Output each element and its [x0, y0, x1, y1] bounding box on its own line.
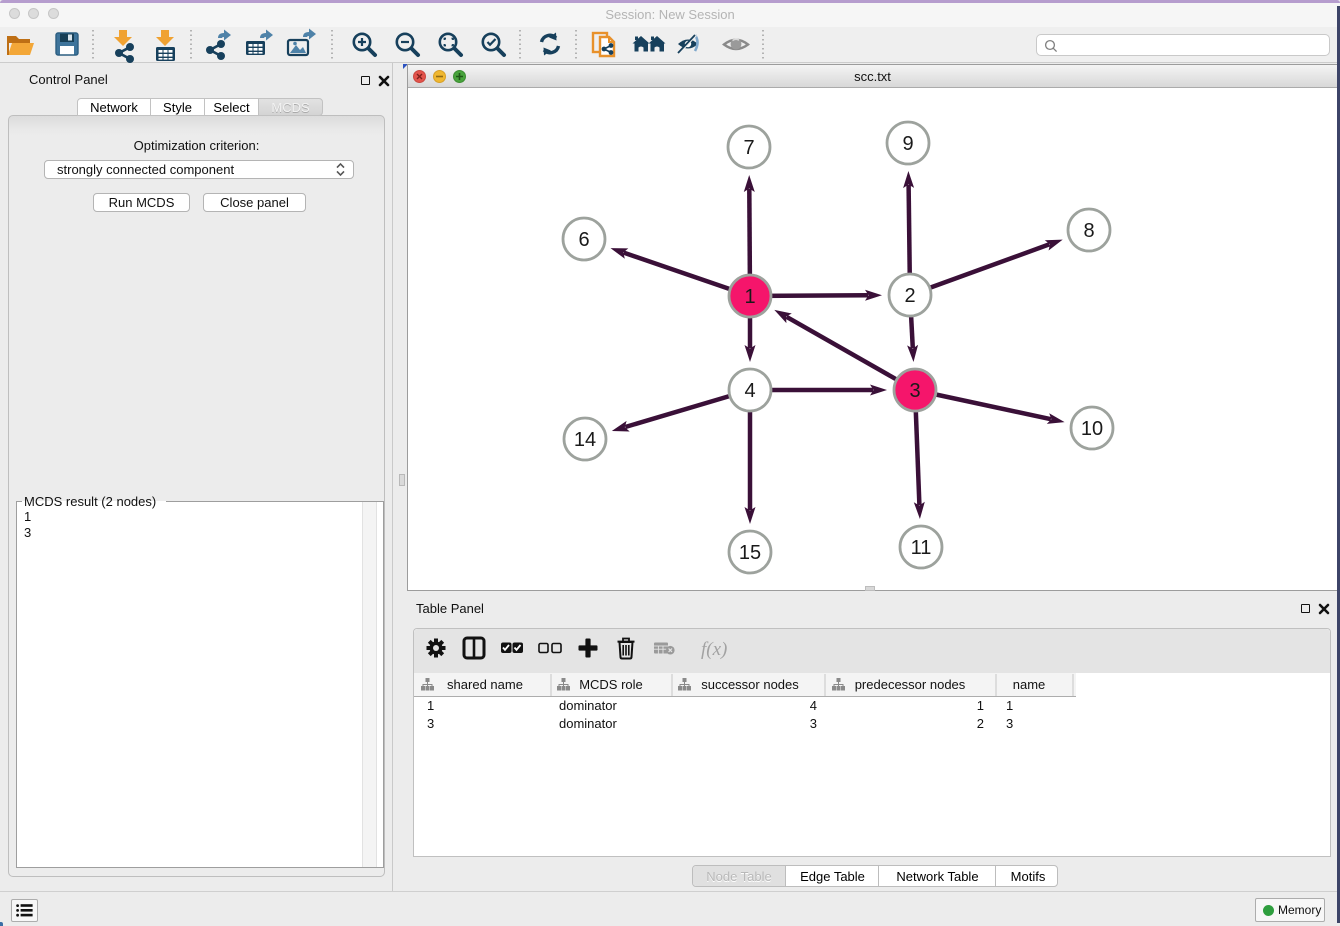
svg-text:6: 6	[578, 229, 589, 251]
svg-text:9: 9	[902, 133, 913, 155]
svg-text:7: 7	[743, 137, 754, 159]
svg-text:1: 1	[977, 698, 984, 713]
svg-text:4: 4	[810, 698, 817, 713]
svg-text:name: name	[1013, 677, 1046, 692]
svg-text:1: 1	[744, 286, 755, 308]
svg-text:3: 3	[909, 380, 920, 402]
svg-text:dominator: dominator	[559, 716, 617, 731]
svg-text:14: 14	[574, 429, 596, 451]
svg-text:3: 3	[810, 716, 817, 731]
svg-text:10: 10	[1081, 418, 1103, 440]
svg-text:11: 11	[911, 537, 932, 559]
svg-text:2: 2	[904, 285, 915, 307]
svg-text:dominator: dominator	[559, 698, 617, 713]
svg-text:15: 15	[739, 542, 761, 564]
svg-text:1: 1	[427, 698, 434, 713]
svg-text:f(x): f(x)	[701, 639, 727, 660]
svg-text:3: 3	[1006, 716, 1013, 731]
svg-text:1: 1	[1006, 698, 1013, 713]
svg-text:MCDS role: MCDS role	[579, 677, 643, 692]
svg-text:8: 8	[1083, 220, 1094, 242]
svg-text:3: 3	[427, 716, 434, 731]
svg-text:successor nodes: successor nodes	[701, 677, 799, 692]
svg-text:2: 2	[977, 716, 984, 731]
svg-text:shared name: shared name	[447, 677, 523, 692]
svg-text:predecessor nodes: predecessor nodes	[855, 677, 966, 692]
svg-text:4: 4	[744, 380, 755, 402]
